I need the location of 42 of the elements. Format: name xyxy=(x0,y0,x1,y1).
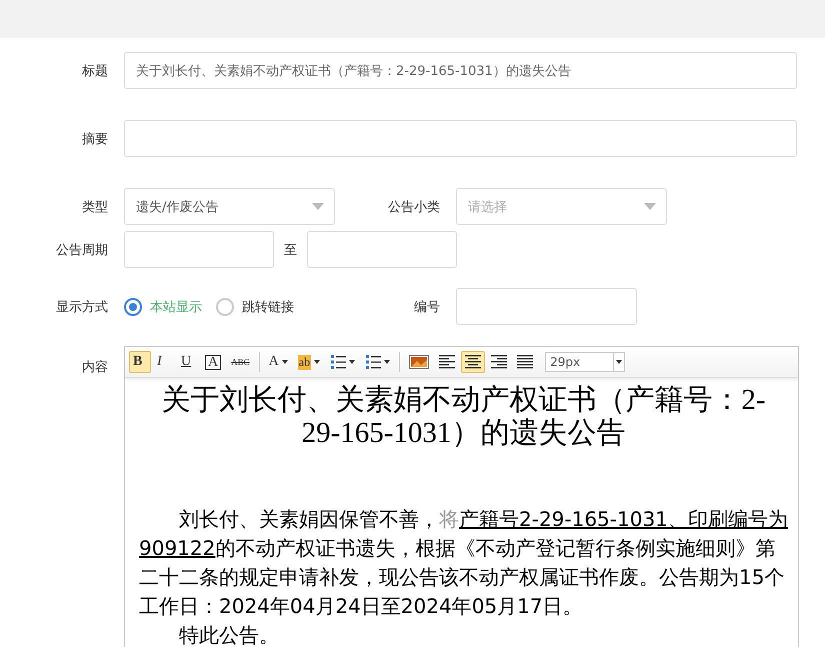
end-date-input[interactable] xyxy=(307,231,457,268)
boxed-button[interactable]: A xyxy=(201,351,226,373)
body-paragraph: 刘长付、关素娟因保管不善，将产籍号2-29-165-1031、印刷编号为909122的不动产权证书遗失，根据《不动产登记暂行条例实施细则》第二十二条的规定申请补发，现公告该不动产权属证书作废。公告期为15个工作日：2024年04月24日至2024年05月17日。 xyxy=(139,506,788,620)
underline-button[interactable]: U xyxy=(177,351,199,373)
title-input[interactable]: 关于刘长付、关素娟不动产权证书（产籍号：2-29-165-1031）的遗失公告 xyxy=(124,52,797,89)
bold-button[interactable]: B xyxy=(129,351,151,373)
caret-icon xyxy=(384,360,390,364)
caret-icon xyxy=(312,203,324,210)
field-label: 类型 xyxy=(81,198,108,216)
number-input[interactable] xyxy=(456,288,637,325)
caret-icon xyxy=(644,203,656,210)
start-date-input[interactable] xyxy=(124,231,274,268)
font-size-select[interactable]: 29px xyxy=(545,352,626,372)
align-center-button[interactable] xyxy=(461,351,486,373)
justify-icon xyxy=(517,355,534,369)
fontcolor-button[interactable]: A xyxy=(264,351,292,373)
summary-input[interactable] xyxy=(124,120,797,157)
type-select[interactable]: 遗失/作废公告 xyxy=(124,188,335,225)
caret-icon xyxy=(349,360,356,364)
caret-icon xyxy=(282,360,288,364)
italic-button[interactable]: I xyxy=(153,351,175,373)
range-separator: 至 xyxy=(284,242,297,258)
align-left-icon xyxy=(439,355,456,369)
field-label: 显示方式 xyxy=(55,298,108,316)
field-label: 内容 xyxy=(81,359,108,376)
rich-text-editor[interactable]: B I U A ABC A ab 29px 关于刘长付、关素娟不动产权证书（产籍号：2-29-165-1031）的遗失公告 刘长付、关素娟因保管不善，将产籍号2-29-165-1031、印刷编号为909122的不动产权证书遗失，根据《不动产登记暂行条例实施细则》第二十二条的规定申请补发，现公告该不动产权属证书作废。公告期为15个工作日：2024年04月24日至2024年05月17日。 特此公告。 xyxy=(124,346,799,647)
document-heading: 关于刘长付、关素娟不动产权证书（产籍号：2-29-165-1031）的遗失公告 xyxy=(160,384,767,450)
highlight-button[interactable]: ab xyxy=(294,351,324,373)
bullet-list-icon xyxy=(365,354,382,370)
caret-icon xyxy=(616,360,622,364)
image-icon xyxy=(409,355,430,369)
field-label: 公告周期 xyxy=(55,242,108,258)
align-right-icon xyxy=(491,355,508,369)
field-label: 公告小类 xyxy=(387,198,440,216)
field-label: 标题 xyxy=(81,62,108,80)
field-label: 摘要 xyxy=(81,130,108,148)
field-label: 编号 xyxy=(413,298,440,316)
body-paragraph: 特此公告。 xyxy=(178,622,280,647)
radio-option[interactable]: 跳转链接 xyxy=(216,298,294,316)
caret-icon xyxy=(314,360,320,364)
strike-button[interactable]: ABC xyxy=(227,351,254,373)
align-center-icon xyxy=(465,355,482,369)
